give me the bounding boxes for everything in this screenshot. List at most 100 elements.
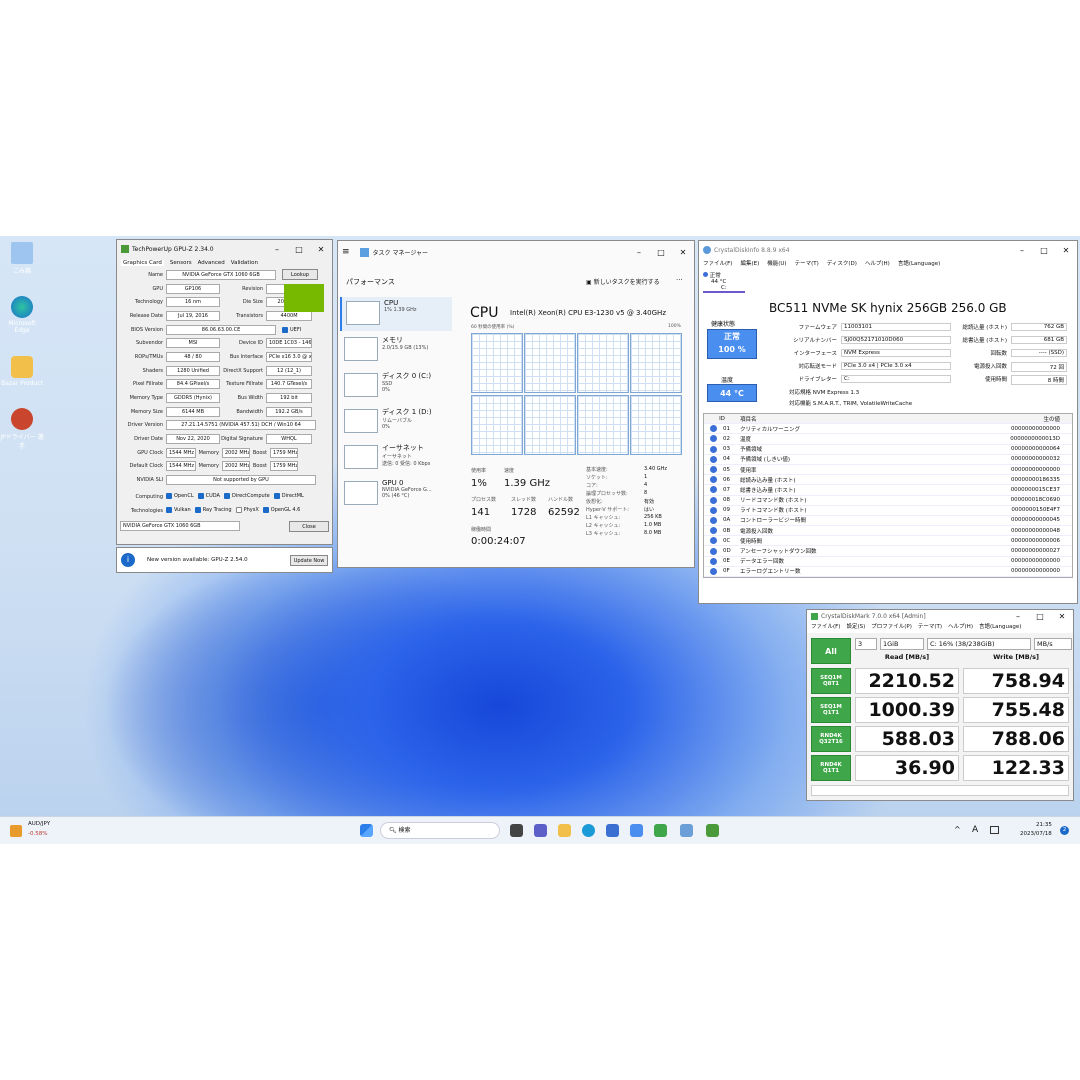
more-options-button[interactable]: ···: [676, 276, 683, 284]
tab-graphics-card[interactable]: Graphics Card: [121, 260, 164, 266]
smart-row[interactable]: 0C 使用時間 00000000000006: [704, 536, 1072, 547]
gpuz-taskbar-icon[interactable]: [706, 824, 719, 837]
hamburger-icon[interactable]: ≡: [342, 247, 350, 257]
smart-row[interactable]: 09 ライトコマンド数 (ホスト) 0000000150E4F7: [704, 506, 1072, 516]
start-icon[interactable]: [360, 824, 373, 837]
clock-date[interactable]: 2023/07/18: [1020, 831, 1052, 837]
menu-item[interactable]: テーマ(T): [918, 622, 942, 633]
smart-row[interactable]: 02 温度 0000000000013D: [704, 434, 1072, 445]
smart-row[interactable]: 0B 電源投入回数 00000000000048: [704, 526, 1072, 537]
minimize-button[interactable]: –: [266, 245, 288, 254]
edge-taskbar-icon[interactable]: [582, 824, 595, 837]
menu-item[interactable]: プロファイル(P): [871, 622, 912, 633]
menu-item[interactable]: ヘルプ(H): [865, 259, 890, 269]
sidebar-item-0[interactable]: CPU 1% 1.39 GHz: [340, 297, 452, 331]
tab-sensors[interactable]: Sensors: [170, 260, 192, 266]
menu-item[interactable]: ヘルプ(H): [948, 622, 973, 633]
maximize-button[interactable]: □: [650, 248, 672, 257]
test-button[interactable]: RND4K Q1T1: [811, 755, 851, 781]
smart-row[interactable]: 0A コントローラービジー時間 00000000000045: [704, 516, 1072, 527]
checkbox-tech-1[interactable]: Ray Tracing: [194, 506, 232, 513]
maximize-button[interactable]: □: [288, 245, 310, 254]
all-button[interactable]: All: [811, 638, 851, 664]
checkbox-computing-1[interactable]: CUDA: [197, 492, 220, 499]
cdm-comment[interactable]: [811, 785, 1069, 796]
drive-select[interactable]: C: 16% (38/238GiB): [927, 638, 1031, 650]
smart-row[interactable]: 03 予備領域 00000000000064: [704, 445, 1072, 455]
lookup-button[interactable]: Lookup: [282, 269, 318, 281]
taskmgr-taskbar-icon[interactable]: [680, 824, 693, 837]
desktop-icon-folder[interactable]: Bazar Product: [0, 356, 44, 387]
test-button[interactable]: RND4K Q32T16: [811, 726, 851, 752]
sidebar-item-1[interactable]: メモリ 2.0/15.9 GB (13%): [340, 333, 452, 367]
test-button[interactable]: SEQ1M Q8T1: [811, 668, 851, 694]
smart-row[interactable]: 06 総読み込み量 (ホスト) 00000000186335: [704, 475, 1072, 486]
ime-indicator[interactable]: A: [972, 825, 978, 835]
close-icon[interactable]: ✕: [672, 248, 694, 257]
smart-row[interactable]: 05 使用率 00000000000000: [704, 465, 1072, 476]
minimize-button[interactable]: –: [628, 248, 650, 257]
search-box[interactable]: 🔍︎ 検索: [380, 822, 500, 839]
diskinfo-taskbar-icon[interactable]: [630, 824, 643, 837]
smart-row[interactable]: 07 総書き込み量 (ホスト) 0000000015CE37: [704, 485, 1072, 496]
minimize-button[interactable]: –: [1011, 246, 1033, 255]
notification-badge[interactable]: 2: [1060, 826, 1069, 835]
minimize-button[interactable]: –: [1007, 612, 1029, 621]
menu-item[interactable]: 機能(U): [767, 259, 786, 269]
maximize-button[interactable]: □: [1029, 612, 1051, 621]
menu-item[interactable]: 言語(Language): [898, 259, 940, 269]
menu-item[interactable]: テーマ(T): [795, 259, 819, 269]
menu-item[interactable]: ファイル(F): [811, 622, 840, 633]
desktop-icon-recycle-bin[interactable]: ごみ箱: [0, 242, 44, 275]
smart-row[interactable]: 0F エラーログエントリー数 00000000000000: [704, 567, 1072, 577]
update-now-button[interactable]: Update Now: [290, 554, 328, 566]
sidebar-item-2[interactable]: ディスク 0 (C:) SSD 0%: [340, 369, 452, 403]
sidebar-item-3[interactable]: ディスク 1 (D:) リムーバブル 0%: [340, 405, 452, 439]
network-icon[interactable]: [990, 826, 999, 834]
drive-tab-c[interactable]: 正常 44 °C C:: [703, 271, 745, 293]
menu-item[interactable]: ファイル(F): [703, 259, 732, 269]
explorer-icon[interactable]: [558, 824, 571, 837]
task-view-icon[interactable]: [510, 824, 523, 837]
run-new-task-button[interactable]: ▣ 新しいタスクを実行する: [586, 277, 660, 286]
store-icon[interactable]: [606, 824, 619, 837]
status-dot-icon: [710, 476, 717, 484]
smart-row[interactable]: 01 クリティカルワーニング 00000000000000: [704, 424, 1072, 435]
uefi-checkbox[interactable]: UEFI: [282, 326, 301, 333]
chat-icon[interactable]: [534, 824, 547, 837]
menu-item[interactable]: 設定(S): [846, 622, 865, 633]
stock-ticker[interactable]: AUD/JPY: [28, 821, 50, 827]
menu-item[interactable]: ディスク(D): [827, 259, 857, 269]
test-button[interactable]: SEQ1M Q1T1: [811, 697, 851, 723]
smart-row[interactable]: 04 予備領域 (しきい値) 00000000000032: [704, 455, 1072, 465]
checkbox-tech-0[interactable]: Vulkan: [166, 506, 191, 513]
desktop-icon-app[interactable]: JPドライバー 選手: [0, 408, 44, 450]
checkbox-computing-2[interactable]: DirectCompute: [223, 492, 270, 499]
unit-select[interactable]: MB/s: [1034, 638, 1072, 650]
smart-row[interactable]: 08 リードコマンド数 (ホスト) 000000018C0690: [704, 496, 1072, 506]
size-select[interactable]: 1GiB: [880, 638, 924, 650]
checkbox-computing-3[interactable]: DirectML: [273, 492, 304, 499]
gpu-select[interactable]: NVIDIA GeForce GTX 1060 6GB: [120, 521, 240, 532]
count-select[interactable]: 3: [855, 638, 877, 650]
close-icon[interactable]: ✕: [1051, 612, 1073, 621]
sidebar-item-4[interactable]: イーサネット イーサネット 送信: 0 受信: 0 Kbps: [340, 441, 452, 475]
close-button[interactable]: Close: [289, 520, 329, 532]
smart-row[interactable]: 0E データエラー回数 00000000000000: [704, 557, 1072, 567]
desktop-icon-edge[interactable]: Microsoft Edge: [0, 296, 44, 334]
tab-advanced[interactable]: Advanced: [198, 260, 225, 266]
tab-validation[interactable]: Validation: [231, 260, 258, 266]
checkbox-tech-2[interactable]: PhysX: [235, 506, 259, 513]
close-icon[interactable]: ✕: [310, 245, 332, 254]
checkbox-tech-3[interactable]: OpenGL 4.6: [262, 506, 300, 513]
chevron-up-icon[interactable]: ^: [954, 825, 961, 834]
close-icon[interactable]: ✕: [1055, 246, 1077, 255]
smart-row[interactable]: 0D アンセーフシャットダウン回数 00000000000027: [704, 546, 1072, 557]
checkbox-computing-0[interactable]: OpenCL: [166, 492, 194, 499]
menu-item[interactable]: 編集(E): [740, 259, 759, 269]
diskmark-taskbar-icon[interactable]: [654, 824, 667, 837]
clock-time[interactable]: 21:35: [1036, 822, 1052, 828]
menu-item[interactable]: 言語(Language): [979, 622, 1021, 633]
maximize-button[interactable]: □: [1033, 246, 1055, 255]
sidebar-item-5[interactable]: GPU 0 NVIDIA GeForce G... 0% (46 °C): [340, 477, 452, 511]
